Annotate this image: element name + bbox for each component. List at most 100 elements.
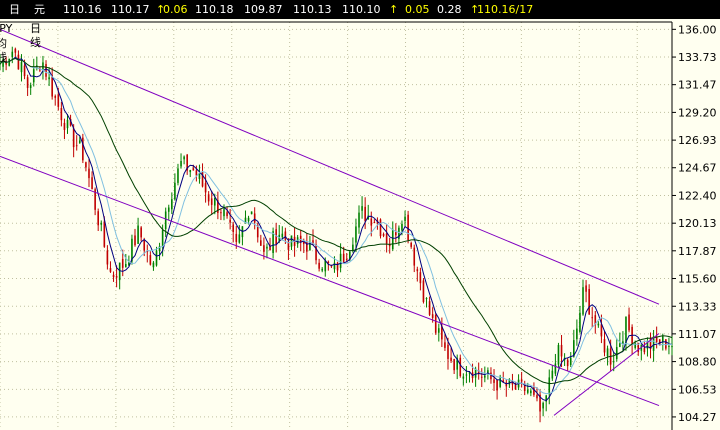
candle-body (247, 217, 250, 222)
y-tick-label: 111.07 (678, 328, 717, 341)
y-tick-label: 115.60 (678, 273, 717, 286)
candle-body (195, 170, 198, 176)
candle-body (161, 230, 164, 247)
y-tick-label: 106.53 (678, 383, 717, 396)
candle-body (404, 216, 406, 221)
candle-body (253, 213, 256, 223)
candle-body (106, 250, 109, 265)
candle-body (14, 48, 17, 53)
candle-body (167, 207, 170, 212)
candle-body (395, 232, 397, 236)
candle-body (290, 235, 293, 247)
candle-body (26, 77, 29, 88)
candle-body (124, 264, 127, 268)
candle-body (315, 244, 317, 261)
candle-body (520, 379, 523, 382)
candle-body (8, 58, 11, 66)
chart-window: 日 元 110.16 110.17 ↑ 0.06 110.18 109.87 1… (0, 0, 720, 430)
candle-body (260, 240, 262, 246)
candle-body (597, 323, 600, 326)
candle-body (655, 337, 658, 342)
candle-body (370, 218, 373, 226)
candle-body (20, 62, 23, 73)
candle-body (407, 214, 409, 241)
candle-body (229, 219, 231, 223)
candle-body (109, 268, 112, 272)
candle-body (226, 212, 228, 217)
candle-body (91, 177, 93, 189)
candle-body (29, 85, 32, 89)
candle-body (453, 359, 455, 371)
candle-body (569, 357, 572, 365)
candle-body (23, 65, 26, 77)
candle-body (189, 169, 192, 173)
candle-body (134, 235, 136, 246)
candle-body (66, 119, 69, 129)
candle-body (428, 301, 431, 315)
candle-body (121, 258, 124, 268)
candle-body (72, 128, 75, 148)
channel-line (0, 155, 660, 407)
candle-body (661, 336, 664, 343)
candle-body (358, 212, 360, 228)
y-tick-label: 136.00 (678, 23, 717, 36)
candle-body (204, 183, 207, 193)
candle-body (42, 62, 44, 69)
candle-body (434, 314, 437, 333)
candle-body (361, 206, 363, 211)
candle-body (238, 234, 241, 243)
candlestick-chart[interactable]: 136.00 133.73 131.47 129.20 126.93 124.67 122.… (0, 0, 720, 430)
candle-body (603, 339, 606, 353)
candle-body (579, 312, 581, 333)
candle-body (345, 258, 348, 260)
candle-body (48, 77, 50, 80)
candle-body (431, 314, 434, 318)
candle-body (619, 343, 621, 347)
candle-body (324, 260, 327, 272)
candle-body (60, 108, 63, 121)
candle-body (444, 342, 446, 348)
candle-body (668, 345, 670, 347)
candle-body (459, 357, 462, 376)
candle-body (671, 346, 673, 348)
candle-body (207, 194, 210, 202)
candle-body (223, 209, 225, 217)
candle-body (171, 199, 173, 210)
symbol-label: JPY (0, 22, 13, 35)
y-tick-label: 122.40 (678, 189, 717, 202)
candle-body (266, 246, 268, 249)
candle-body (88, 168, 90, 179)
candle-body (137, 225, 139, 244)
y-tick-label: 131.47 (678, 79, 717, 92)
candle-body (115, 275, 118, 278)
candle-body (416, 269, 419, 272)
candle-body (17, 54, 20, 70)
candle-body (514, 384, 517, 390)
candle-body (425, 298, 428, 300)
candle-body (413, 247, 416, 266)
candle-body (576, 328, 578, 340)
candle-body (177, 168, 179, 183)
candle-body (54, 95, 57, 98)
candle-body (174, 182, 176, 200)
candle-body (75, 145, 78, 147)
candle-body (342, 253, 345, 262)
candle-body (536, 395, 538, 399)
channel-line (0, 28, 660, 305)
candle-body (548, 377, 551, 395)
candle-body (250, 211, 253, 215)
y-tick-label: 108.80 (678, 356, 717, 369)
candle-body (373, 222, 376, 224)
candle-body (542, 402, 544, 409)
period-label: 日线 (30, 22, 41, 49)
candle-body (112, 274, 115, 278)
candle-body (450, 357, 452, 361)
candle-body (235, 233, 238, 242)
y-tick-label: 126.93 (678, 134, 717, 147)
candle-body (591, 317, 594, 319)
candle-body (560, 344, 563, 357)
candle-body (85, 162, 87, 168)
candle-body (480, 376, 483, 378)
candle-body (588, 288, 590, 315)
candle-body (410, 242, 412, 247)
